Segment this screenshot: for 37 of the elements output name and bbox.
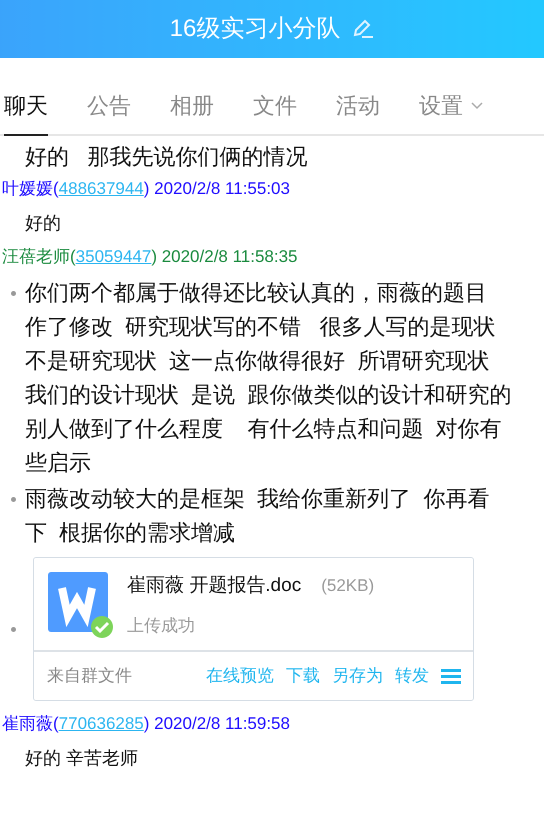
bullet-icon xyxy=(11,626,16,632)
tab[interactable]: 活动 xyxy=(336,85,380,134)
tab[interactable]: 聊天 xyxy=(4,85,48,136)
message-text: 好的 xyxy=(24,212,62,235)
file-action-link[interactable]: 另存为 xyxy=(332,663,383,689)
qq-number-link[interactable]: 770636285 xyxy=(58,714,144,733)
edit-icon[interactable] xyxy=(352,19,374,39)
timestamp: ) 2020/2/8 11:58:35 xyxy=(151,247,298,266)
tab[interactable]: 设置 xyxy=(419,85,483,134)
chevron-down-icon xyxy=(471,102,483,110)
file-action-link[interactable]: 转发 xyxy=(395,663,429,689)
document-icon xyxy=(47,572,113,638)
file-action-link[interactable]: 下载 xyxy=(286,663,320,689)
sender-name: 汪蓓老师( xyxy=(2,247,76,266)
bullet-icon xyxy=(11,291,16,296)
file-card[interactable]: 崔雨薇 开题报告.doc (52KB) 上传成功 来自群文件 在线预览 下载 另存为 转发 xyxy=(33,557,474,701)
message-text: 雨薇改动较大的是框架 我给你重新列了 你再看 下 根据你的需求增减 xyxy=(25,485,490,547)
message-text: 好的 那我先说你们俩的情况 xyxy=(24,143,308,171)
qq-number-link[interactable]: 488637944 xyxy=(58,179,144,198)
message-text: 你们两个都属于做得还比较认真的，雨薇的题目 作了修改 研究现状写的不错 很多人写的是现状 不是研究现状 这一点你做得很好 所谓研究现状 我们的设计现状 是说 跟你做类似的设计和研究的 别人做到了什么程度 有什么特点和问题 对你有 些启示 xyxy=(25,279,512,477)
sender-name: 叶媛媛( xyxy=(2,179,59,198)
bullet-icon xyxy=(11,497,16,502)
tab[interactable]: 相册 xyxy=(170,85,214,134)
tab[interactable]: 公告 xyxy=(87,85,131,134)
qq-number-link[interactable]: 35059447 xyxy=(76,247,152,266)
upload-status: 上传成功 xyxy=(127,614,196,636)
file-name: 崔雨薇 开题报告.doc xyxy=(127,574,302,598)
file-action-link[interactable]: 在线预览 xyxy=(206,663,274,689)
sender-name: 崔雨薇( xyxy=(2,714,59,733)
timestamp: ) 2020/2/8 11:55:03 xyxy=(144,179,290,198)
timestamp: ) 2020/2/8 11:59:58 xyxy=(144,714,290,733)
menu-icon[interactable] xyxy=(441,668,461,684)
group-title: 16级实习小分队 xyxy=(170,14,340,44)
file-source: 来自群文件 xyxy=(47,665,133,688)
tab[interactable]: 文件 xyxy=(253,85,297,134)
message-text: 好的 辛苦老师 xyxy=(24,747,140,770)
file-size: (52KB) xyxy=(321,575,374,597)
